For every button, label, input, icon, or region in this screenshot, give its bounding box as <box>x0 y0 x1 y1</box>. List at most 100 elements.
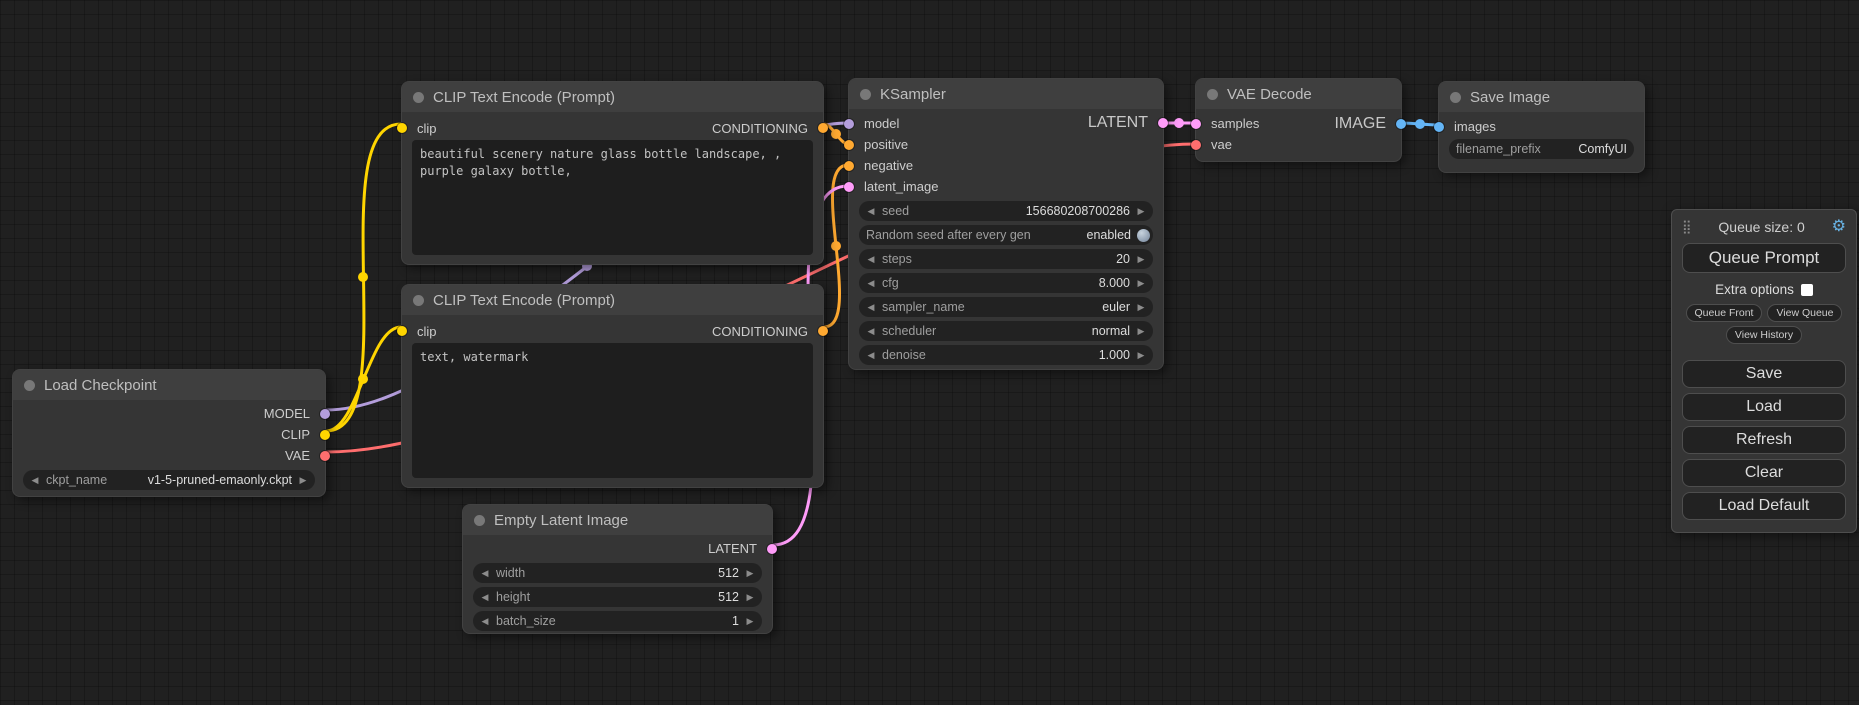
node-title-bar[interactable]: Load Checkpoint <box>13 370 325 400</box>
output-slot-vae: VAE <box>13 445 325 466</box>
increment-arrow-icon[interactable]: ▶ <box>1136 302 1146 313</box>
model-input-dot[interactable] <box>844 119 854 129</box>
node-ksampler[interactable]: KSampler LATENT model positive negative … <box>848 78 1164 370</box>
decrement-arrow-icon[interactable]: ◀ <box>480 568 490 579</box>
prompt-text-area[interactable]: text, watermark <box>412 343 813 478</box>
save-button[interactable]: Save <box>1682 360 1846 388</box>
view-history-button[interactable]: View History <box>1726 326 1802 344</box>
cfg-number-widget[interactable]: ◀ cfg 8.000 ▶ <box>859 273 1153 293</box>
increment-arrow-icon[interactable]: ▶ <box>1136 278 1146 289</box>
node-title-bar[interactable]: CLIP Text Encode (Prompt) <box>402 285 823 315</box>
decrement-arrow-icon[interactable]: ◀ <box>30 475 40 486</box>
node-save-image[interactable]: Save Image images filename_prefix ComfyU… <box>1438 81 1645 173</box>
node-collapse-dot[interactable] <box>413 92 424 103</box>
extra-options-checkbox[interactable] <box>1801 284 1813 296</box>
widget-label: steps <box>882 252 912 266</box>
view-queue-button[interactable]: View Queue <box>1767 304 1842 322</box>
decrement-arrow-icon[interactable]: ◀ <box>866 206 876 217</box>
widget-label: sampler_name <box>882 300 965 314</box>
widget-value: 156680208700286 <box>1026 204 1130 218</box>
node-collapse-dot[interactable] <box>1450 92 1461 103</box>
node-title-bar[interactable]: KSampler <box>849 79 1163 109</box>
widget-label: seed <box>882 204 909 218</box>
input-slot-negative: negative <box>849 155 1163 176</box>
increment-arrow-icon[interactable]: ▶ <box>1136 350 1146 361</box>
height-number-widget[interactable]: ◀ height 512 ▶ <box>473 587 762 607</box>
sampler-name-combo-widget[interactable]: ◀ sampler_name euler ▶ <box>859 297 1153 317</box>
increment-arrow-icon[interactable]: ▶ <box>1136 206 1146 217</box>
widget-value: enabled <box>1087 228 1132 242</box>
clip-input-dot[interactable] <box>397 123 407 133</box>
clip-input-dot[interactable] <box>397 326 407 336</box>
batch-size-number-widget[interactable]: ◀ batch_size 1 ▶ <box>473 611 762 631</box>
output-label: MODEL <box>264 406 325 421</box>
denoise-number-widget[interactable]: ◀ denoise 1.000 ▶ <box>859 345 1153 365</box>
output-label: CONDITIONING <box>712 324 823 339</box>
input-slot-model: model <box>849 113 1163 134</box>
refresh-button[interactable]: Refresh <box>1682 426 1846 454</box>
input-slot-vae: vae <box>1196 134 1401 155</box>
node-title: KSampler <box>880 86 946 103</box>
widget-label: scheduler <box>882 324 936 338</box>
node-title-bar[interactable]: VAE Decode <box>1196 79 1401 109</box>
steps-number-widget[interactable]: ◀ steps 20 ▶ <box>859 249 1153 269</box>
conditioning-output-dot[interactable] <box>818 326 828 336</box>
settings-gear-icon[interactable]: ⚙ <box>1832 219 1846 235</box>
model-output-dot[interactable] <box>320 409 330 419</box>
node-title-bar[interactable]: Empty Latent Image <box>463 505 772 535</box>
node-collapse-dot[interactable] <box>24 380 35 391</box>
decrement-arrow-icon[interactable]: ◀ <box>866 350 876 361</box>
drag-handle-icon[interactable]: ⣿ <box>1682 219 1692 235</box>
input-label: clip <box>402 121 437 136</box>
increment-arrow-icon[interactable]: ▶ <box>745 592 755 603</box>
node-empty-latent-image[interactable]: Empty Latent Image LATENT ◀ width 512 ▶ … <box>462 504 773 634</box>
positive-input-dot[interactable] <box>844 140 854 150</box>
decrement-arrow-icon[interactable]: ◀ <box>866 302 876 313</box>
queue-prompt-button[interactable]: Queue Prompt <box>1682 243 1846 273</box>
samples-input-dot[interactable] <box>1191 119 1201 129</box>
decrement-arrow-icon[interactable]: ◀ <box>866 326 876 337</box>
increment-arrow-icon[interactable]: ▶ <box>745 568 755 579</box>
prompt-text-area[interactable]: beautiful scenery nature glass bottle la… <box>412 140 813 255</box>
latent-output-dot[interactable] <box>767 544 777 554</box>
vae-input-dot[interactable] <box>1191 140 1201 150</box>
node-collapse-dot[interactable] <box>860 89 871 100</box>
input-label: negative <box>849 158 913 173</box>
scheduler-combo-widget[interactable]: ◀ scheduler normal ▶ <box>859 321 1153 341</box>
queue-size-label: Queue size: 0 <box>1718 219 1804 235</box>
load-default-button[interactable]: Load Default <box>1682 492 1846 520</box>
clear-button[interactable]: Clear <box>1682 459 1846 487</box>
increment-arrow-icon[interactable]: ▶ <box>298 475 308 486</box>
increment-arrow-icon[interactable]: ▶ <box>1136 254 1146 265</box>
decrement-arrow-icon[interactable]: ◀ <box>480 592 490 603</box>
decrement-arrow-icon[interactable]: ◀ <box>866 254 876 265</box>
node-clip-text-encode-negative[interactable]: CLIP Text Encode (Prompt) clip CONDITION… <box>401 284 824 488</box>
node-vae-decode[interactable]: VAE Decode IMAGE samples vae <box>1195 78 1402 162</box>
width-number-widget[interactable]: ◀ width 512 ▶ <box>473 563 762 583</box>
node-title-bar[interactable]: Save Image <box>1439 82 1644 112</box>
clip-output-dot[interactable] <box>320 430 330 440</box>
latent-image-input-dot[interactable] <box>844 182 854 192</box>
node-graph-canvas[interactable]: Load Checkpoint MODEL CLIP VAE ◀ ckpt_na… <box>0 0 1859 705</box>
node-collapse-dot[interactable] <box>413 295 424 306</box>
random-seed-toggle-widget[interactable]: Random seed after every gen enabled <box>859 225 1153 245</box>
node-collapse-dot[interactable] <box>1207 89 1218 100</box>
increment-arrow-icon[interactable]: ▶ <box>745 616 755 627</box>
node-clip-text-encode-positive[interactable]: CLIP Text Encode (Prompt) clip CONDITION… <box>401 81 824 265</box>
decrement-arrow-icon[interactable]: ◀ <box>480 616 490 627</box>
queue-front-button[interactable]: Queue Front <box>1686 304 1763 322</box>
seed-number-widget[interactable]: ◀ seed 156680208700286 ▶ <box>859 201 1153 221</box>
vae-output-dot[interactable] <box>320 451 330 461</box>
conditioning-output-dot[interactable] <box>818 123 828 133</box>
negative-input-dot[interactable] <box>844 161 854 171</box>
decrement-arrow-icon[interactable]: ◀ <box>866 278 876 289</box>
node-title-bar[interactable]: CLIP Text Encode (Prompt) <box>402 82 823 112</box>
filename-prefix-text-widget[interactable]: filename_prefix ComfyUI <box>1449 139 1634 159</box>
load-button[interactable]: Load <box>1682 393 1846 421</box>
node-load-checkpoint[interactable]: Load Checkpoint MODEL CLIP VAE ◀ ckpt_na… <box>12 369 326 497</box>
increment-arrow-icon[interactable]: ▶ <box>1136 326 1146 337</box>
node-collapse-dot[interactable] <box>474 515 485 526</box>
ckpt-name-combo-widget[interactable]: ◀ ckpt_name v1-5-pruned-emaonly.ckpt ▶ <box>23 470 315 490</box>
images-input-dot[interactable] <box>1434 122 1444 132</box>
toggle-knob[interactable] <box>1137 229 1150 242</box>
